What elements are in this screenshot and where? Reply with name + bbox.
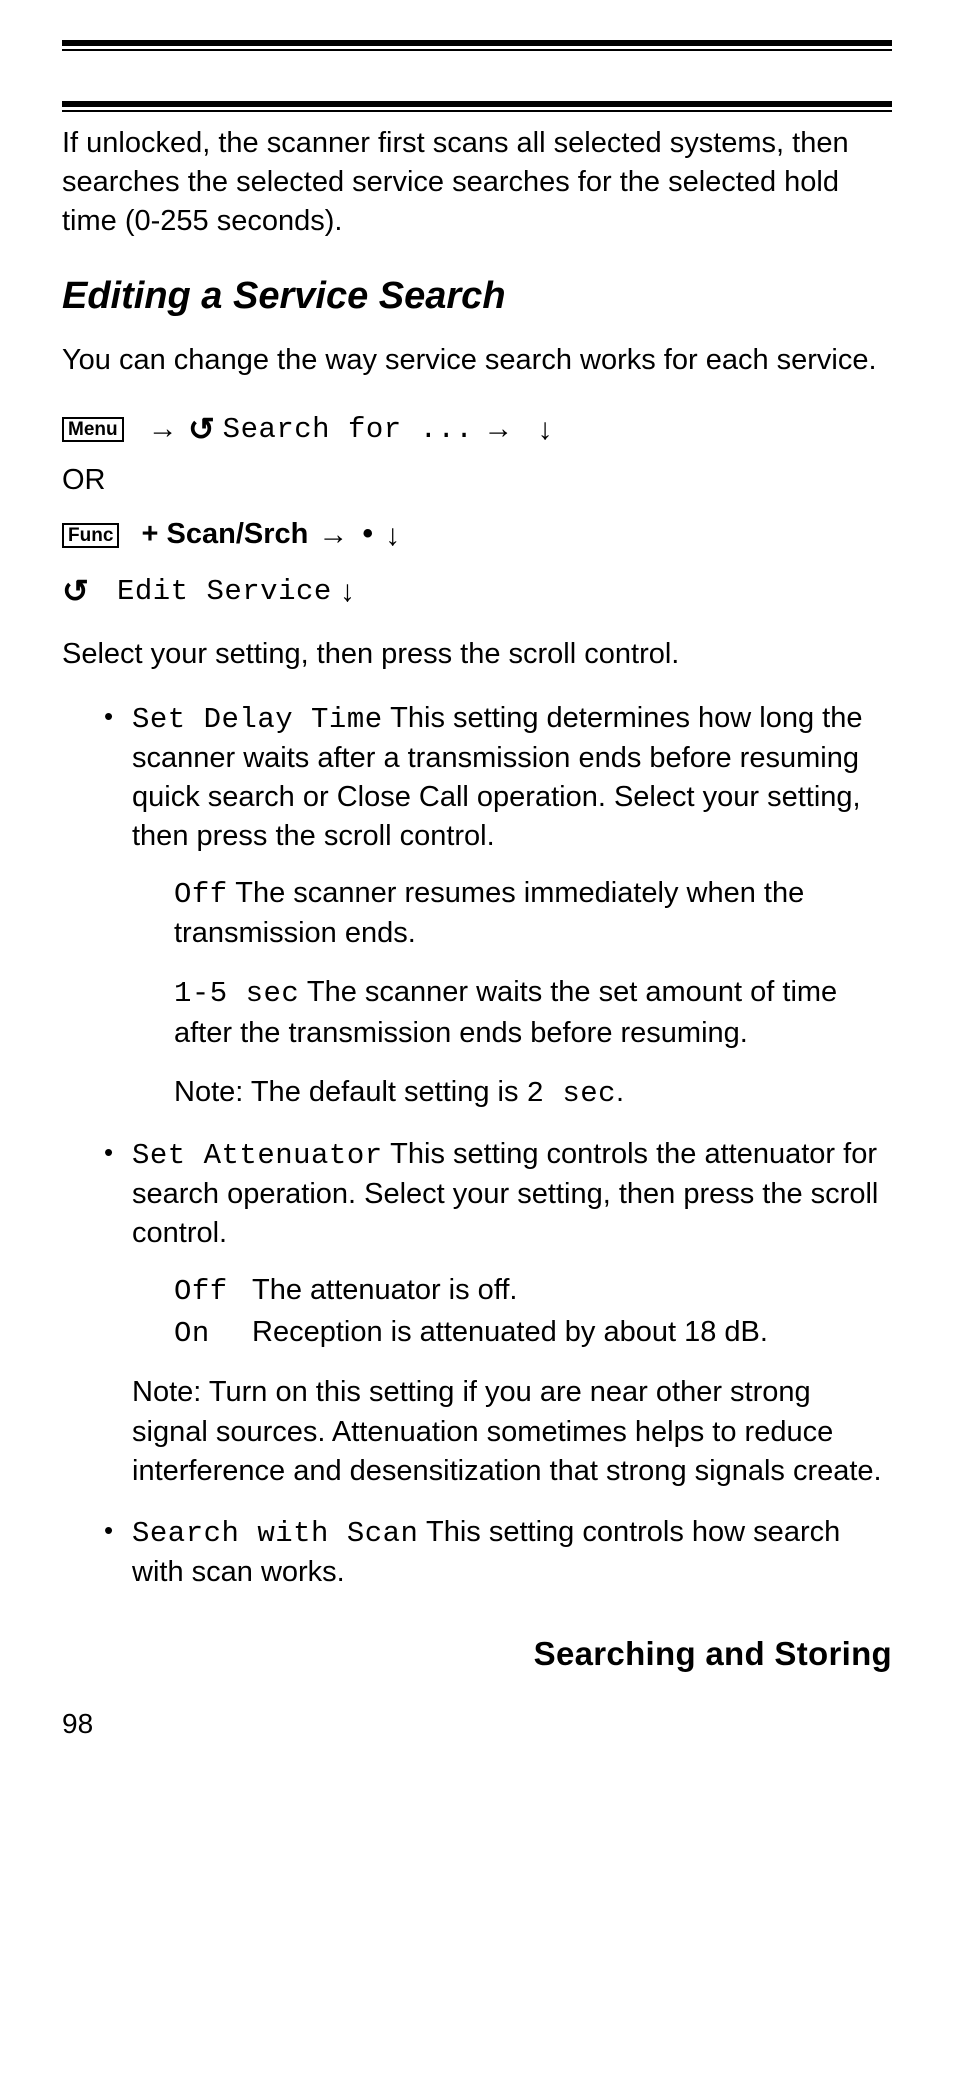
list-item: Set Attenuator This setting controls the… [104,1135,892,1491]
intro-paragraph: If unlocked, the scanner first scans all… [62,124,892,241]
section-intro: You can change the way service search wo… [62,341,892,380]
nav-sequence-menu: Menu → ↻ Search for ... → ↓ [62,404,892,455]
top-rule [62,40,892,51]
nav-edit-service: Edit Service [117,575,332,608]
after-nav-instruction: Select your setting, then press the scro… [62,635,892,674]
arrow-down-icon: ↓ [385,512,400,560]
rotate-icon: ↻ [62,566,89,617]
nav-search-for: Search for ... [223,413,474,446]
arrow-down-icon: ↓ [340,568,355,616]
atten-off: OffThe attenuator is off. [174,1271,892,1311]
delay-note-suffix: . [616,1076,624,1108]
footer-section-title: Searching and Storing [62,1632,892,1677]
arrow-right-icon: → [146,405,180,453]
nav-sequence-edit: ↻ Edit Service ↓ [62,566,892,617]
delay-range-label: 1-5 sec [174,977,299,1010]
setting-label-delay: Set Delay Time [132,703,383,736]
atten-off-desc: The attenuator is off. [252,1274,517,1306]
section-heading: Editing a Service Search [62,271,892,322]
atten-off-label: Off [174,1272,252,1311]
arrow-right-icon: → [481,405,515,453]
dot-icon: • [358,510,377,558]
nav-scan-srch: + Scan/Srch [142,518,309,550]
delay-range: 1-5 sec The scanner waits the set amount… [174,973,892,1052]
sub-rule [62,101,892,112]
delay-off-desc: The scanner resumes immediately when the… [174,877,804,949]
arrow-right-icon: → [316,511,350,559]
setting-label-atten: Set Attenuator [132,1139,383,1172]
atten-on-desc: Reception is attenuated by about 18 dB. [252,1316,768,1348]
arrow-down-icon: ↓ [538,406,553,454]
nav-or: OR [62,461,892,500]
menu-button-label: Menu [62,417,124,442]
rotate-icon: ↻ [188,404,215,455]
setting-label-searchscan: Search with Scan [132,1517,418,1550]
atten-on: OnReception is attenuated by about 18 dB… [174,1313,892,1353]
list-item: Set Delay Time This setting determines h… [104,699,892,1113]
atten-on-label: On [174,1314,252,1353]
nav-sequence-func: Func + Scan/Srch → • ↓ [62,510,892,560]
func-button-label: Func [62,523,119,548]
delay-note: Note: The default setting is 2 sec. [174,1073,892,1113]
delay-off: Off The scanner resumes immediately when… [174,874,892,953]
page-number: 98 [62,1705,892,1743]
delay-note-value: 2 sec [527,1077,617,1110]
list-item: Search with Scan This setting controls h… [104,1513,892,1592]
delay-off-label: Off [174,878,228,911]
atten-note: Note: Turn on this setting if you are ne… [132,1373,892,1490]
delay-note-prefix: Note: The default setting is [174,1076,527,1108]
